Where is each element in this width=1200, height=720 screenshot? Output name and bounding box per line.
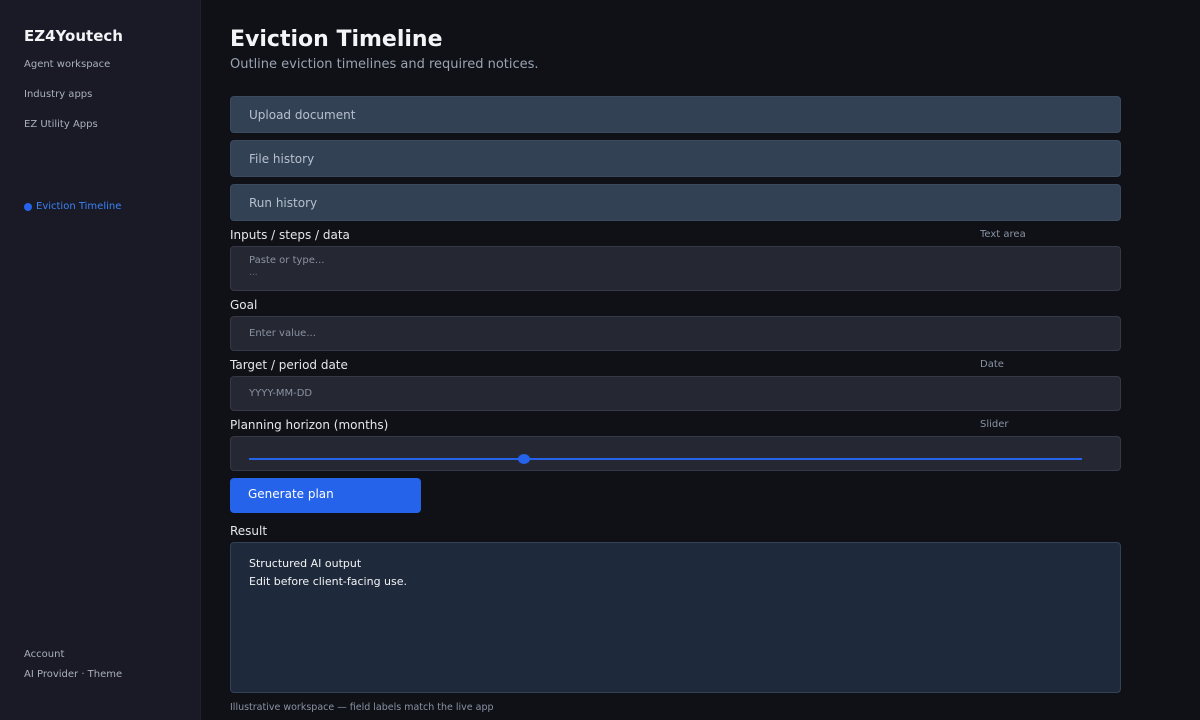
file-history-button[interactable]: File history [230, 140, 1121, 177]
inputs-placeholder: Paste or type... [249, 255, 325, 266]
sidebar: EZ4Youtech Agent workspace Industry apps… [0, 0, 201, 720]
sidebar-item-eviction-timeline[interactable]: Eviction Timeline [24, 201, 121, 212]
page-title: Eviction Timeline [230, 27, 443, 52]
result-line-1: Structured AI output [249, 557, 362, 570]
upload-document-button[interactable]: Upload document [230, 96, 1121, 133]
result-output: Structured AI output Edit before client-… [230, 542, 1121, 693]
run-history-button[interactable]: Run history [230, 184, 1121, 221]
inputs-hint: Text area [980, 229, 1026, 240]
sidebar-item-industry-apps[interactable]: Industry apps [24, 89, 92, 100]
sidebar-item-agent-workspace[interactable]: Agent workspace [24, 59, 110, 70]
brand-logo: EZ4Youtech [24, 27, 123, 45]
generate-plan-button[interactable]: Generate plan [230, 478, 421, 513]
horizon-label: Planning horizon (months) [230, 418, 389, 432]
ai-provider-theme-link[interactable]: AI Provider · Theme [24, 669, 122, 680]
target-date-input[interactable] [230, 376, 1121, 411]
goal-input[interactable] [230, 316, 1121, 351]
slider-thumb[interactable] [517, 454, 530, 464]
horizon-hint: Slider [980, 419, 1009, 430]
slider-track[interactable] [249, 458, 1082, 460]
result-label: Result [230, 524, 268, 538]
sidebar-item-label: Eviction Timeline [36, 201, 122, 212]
result-line-2: Edit before client-facing use. [249, 575, 408, 588]
target-date-hint: Date [980, 359, 1004, 370]
horizon-slider [230, 436, 1121, 471]
goal-label: Goal [230, 298, 258, 312]
inputs-label: Inputs / steps / data [230, 228, 350, 242]
inputs-textarea[interactable]: Paste or type... ... [230, 246, 1121, 291]
inputs-placeholder-line2: ... [249, 268, 258, 278]
account-link[interactable]: Account [24, 649, 64, 660]
sidebar-item-ez-utility-apps[interactable]: EZ Utility Apps [24, 119, 98, 130]
target-date-label: Target / period date [230, 358, 348, 372]
page-subtitle: Outline eviction timelines and required … [230, 57, 539, 72]
footer-note: Illustrative workspace — field labels ma… [230, 702, 494, 713]
active-dot-icon [24, 202, 32, 211]
